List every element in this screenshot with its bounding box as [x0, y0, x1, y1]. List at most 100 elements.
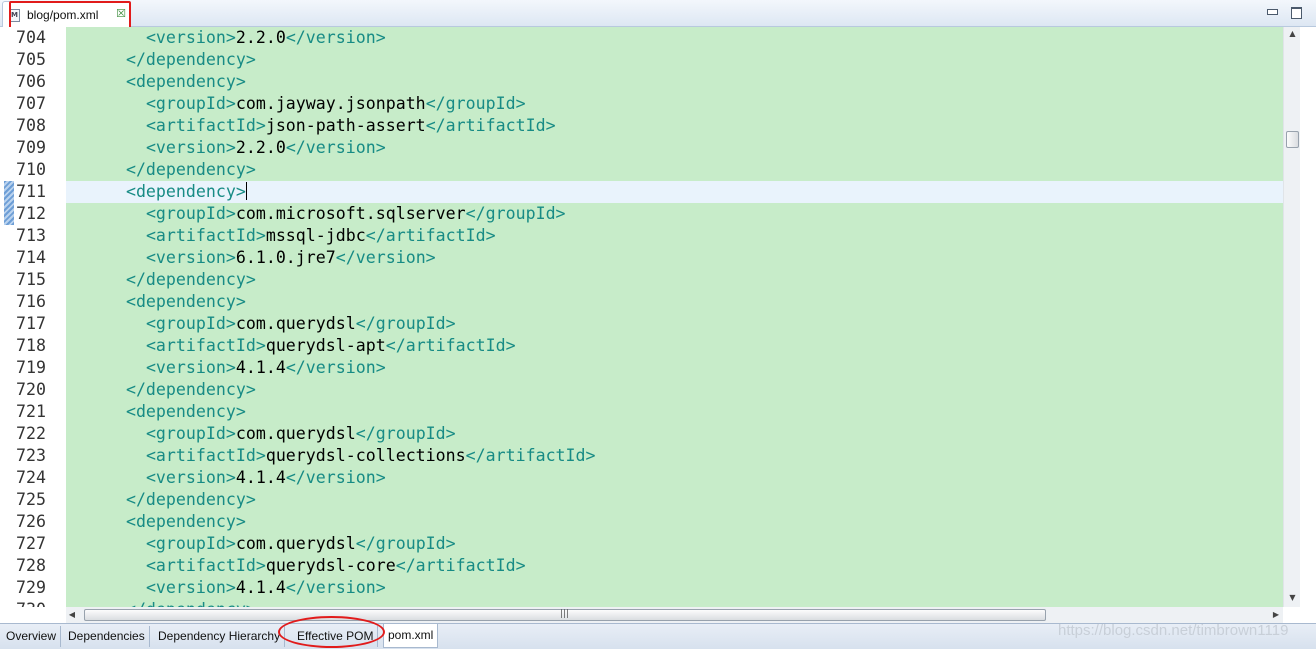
code-line[interactable]: 715 </dependency>	[0, 269, 1283, 291]
code-line[interactable]: 720 </dependency>	[0, 379, 1283, 401]
code-line[interactable]: 728 <artifactId>querydsl-core</artifactI…	[0, 555, 1283, 577]
xml-open-tag: <dependency>	[125, 182, 246, 201]
xml-value: 4.1.4	[235, 578, 286, 597]
xml-value: 2.2.0	[235, 28, 286, 47]
scroll-up-icon[interactable]: ▲	[1287, 29, 1298, 39]
xml-open-tag: <groupId>	[145, 204, 236, 223]
tab-pom-xml[interactable]: pom.xml	[383, 624, 439, 648]
code-text: <groupId>com.querydsl</groupId>	[66, 423, 456, 445]
line-number: 704	[16, 28, 46, 47]
xml-open-tag: <groupId>	[145, 424, 236, 443]
xml-value: querydsl-collections	[265, 446, 466, 465]
xml-close-tag: </groupId>	[355, 534, 456, 553]
code-line[interactable]: 721 <dependency>	[0, 401, 1283, 423]
code-text: </dependency>	[66, 49, 256, 71]
code-text: </dependency>	[66, 599, 256, 607]
line-number: 728	[16, 556, 46, 575]
code-line[interactable]: 706 <dependency>	[0, 71, 1283, 93]
code-text: <dependency>	[66, 71, 246, 93]
xml-open-tag: <groupId>	[145, 534, 236, 553]
code-line[interactable]: 704 <version>2.2.0</version>	[0, 27, 1283, 49]
xml-value: com.jayway.jsonpath	[235, 94, 426, 113]
code-line[interactable]: 712 <groupId>com.microsoft.sqlserver</gr…	[0, 203, 1283, 225]
code-text: <dependency>	[66, 181, 1283, 203]
code-line[interactable]: 730 </dependency>	[0, 599, 1283, 607]
xml-value: com.querydsl	[235, 424, 356, 443]
line-number: 710	[16, 160, 46, 179]
code-line[interactable]: 709 <version>2.2.0</version>	[0, 137, 1283, 159]
xml-open-tag: <artifactId>	[145, 226, 266, 245]
xml-close-tag: </dependency>	[125, 490, 256, 509]
code-line[interactable]: 724 <version>4.1.4</version>	[0, 467, 1283, 489]
tab-effective-pom[interactable]: Effective POM	[293, 626, 379, 647]
code-line[interactable]: 723 <artifactId>querydsl-collections</ar…	[0, 445, 1283, 467]
line-number: 722	[16, 424, 46, 443]
code-text: <dependency>	[66, 511, 246, 533]
xml-close-tag: </version>	[285, 358, 386, 377]
xml-close-tag: </groupId>	[465, 204, 566, 223]
line-number: 714	[16, 248, 46, 267]
xml-value: 6.1.0.jre7	[235, 248, 336, 267]
line-number: 707	[16, 94, 46, 113]
xml-open-tag: <dependency>	[125, 402, 246, 421]
tab-dependency-hierarchy[interactable]: Dependency Hierarchy	[154, 626, 286, 647]
code-line[interactable]: 719 <version>4.1.4</version>	[0, 357, 1283, 379]
code-text: <artifactId>querydsl-core</artifactId>	[66, 555, 526, 577]
xml-source-editor[interactable]: 704 <version>2.2.0</version> 705 </depend…	[0, 27, 1316, 607]
code-line[interactable]: 725 </dependency>	[0, 489, 1283, 511]
xml-close-tag: </dependency>	[125, 270, 256, 289]
code-line[interactable]: 714 <version>6.1.0.jre7</version>	[0, 247, 1283, 269]
line-number: 726	[16, 512, 46, 531]
xml-open-tag: <version>	[145, 138, 236, 157]
line-number: 712	[16, 204, 46, 223]
scroll-left-icon[interactable]: ◀	[66, 609, 78, 621]
xml-open-tag: <version>	[145, 248, 236, 267]
tab-overview[interactable]: Overview	[2, 626, 62, 647]
minimize-icon[interactable]	[1264, 5, 1280, 19]
xml-close-tag: </version>	[285, 468, 386, 487]
code-line[interactable]: 722 <groupId>com.querydsl</groupId>	[0, 423, 1283, 445]
code-line[interactable]: 710 </dependency>	[0, 159, 1283, 181]
code-text: </dependency>	[66, 269, 256, 291]
code-line[interactable]: 708 <artifactId>json-path-assert</artifa…	[0, 115, 1283, 137]
horizontal-scroll-thumb[interactable]: |||	[84, 609, 1046, 621]
xml-open-tag: <version>	[145, 28, 236, 47]
code-text: <groupId>com.microsoft.sqlserver</groupI…	[66, 203, 566, 225]
scroll-right-icon[interactable]: ▶	[1270, 609, 1282, 621]
line-number: 715	[16, 270, 46, 289]
code-line-current[interactable]: 711 <dependency>	[0, 181, 1283, 203]
code-text: </dependency>	[66, 159, 256, 181]
code-line[interactable]: 727 <groupId>com.querydsl</groupId>	[0, 533, 1283, 555]
code-line[interactable]: 726 <dependency>	[0, 511, 1283, 533]
code-line[interactable]: 713 <artifactId>mssql-jdbc</artifactId>	[0, 225, 1283, 247]
close-icon[interactable]: ☒	[115, 8, 127, 20]
xml-open-tag: <artifactId>	[145, 446, 266, 465]
xml-open-tag: <artifactId>	[145, 336, 266, 355]
code-line[interactable]: 717 <groupId>com.querydsl</groupId>	[0, 313, 1283, 335]
xml-open-tag: <dependency>	[125, 72, 246, 91]
maximize-icon[interactable]	[1288, 5, 1304, 19]
xml-close-tag: </dependency>	[126, 600, 256, 607]
editor-tab-bar: M blog/pom.xml ☒	[0, 0, 1316, 28]
xml-open-tag: <dependency>	[125, 512, 246, 531]
horizontal-scrollbar[interactable]: ◀ ||| ▶	[66, 607, 1283, 623]
scroll-down-icon[interactable]: ▼	[1287, 593, 1298, 603]
vertical-scrollbar[interactable]: ▲ ▼	[1283, 27, 1300, 607]
xml-value: com.querydsl	[235, 314, 356, 333]
xml-close-tag: </artifactId>	[365, 226, 496, 245]
tab-dependencies[interactable]: Dependencies	[64, 626, 150, 647]
code-line[interactable]: 716 <dependency>	[0, 291, 1283, 313]
code-text: <groupId>com.jayway.jsonpath</groupId>	[66, 93, 526, 115]
line-number: 730	[16, 599, 56, 607]
editor-tab-pom[interactable]: M blog/pom.xml ☒	[2, 1, 130, 28]
code-line[interactable]: 705 </dependency>	[0, 49, 1283, 71]
xml-value: 4.1.4	[235, 468, 286, 487]
code-line[interactable]: 729 <version>4.1.4</version>	[0, 577, 1283, 599]
xml-open-tag: <version>	[145, 468, 236, 487]
vertical-scroll-thumb[interactable]	[1286, 131, 1299, 148]
code-text: <version>6.1.0.jre7</version>	[66, 247, 436, 269]
code-line[interactable]: 707 <groupId>com.jayway.jsonpath</groupI…	[0, 93, 1283, 115]
xml-close-tag: </artifactId>	[385, 336, 516, 355]
code-line[interactable]: 718 <artifactId>querydsl-apt</artifactId…	[0, 335, 1283, 357]
horizontal-scroll-row: ◀ ||| ▶	[0, 607, 1316, 623]
